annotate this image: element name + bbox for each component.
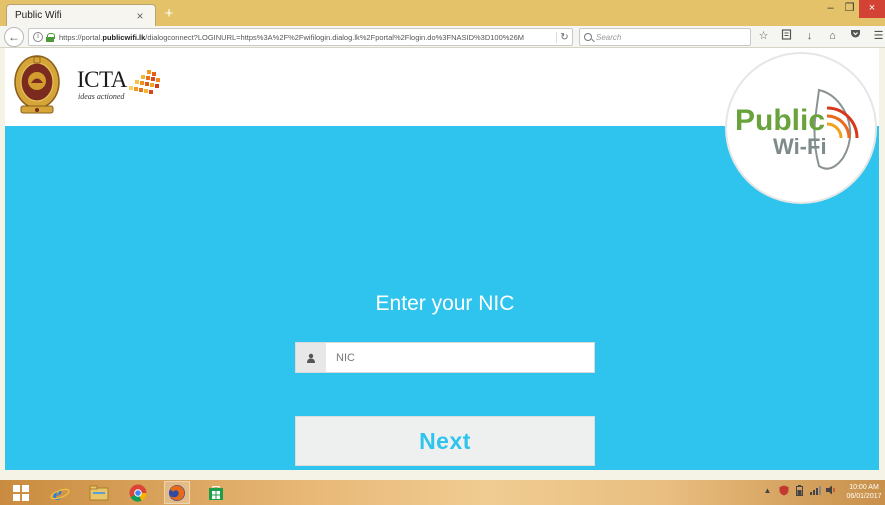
system-tray: ▲ bbox=[762, 485, 837, 497]
browser-navbar: ← i https://portal.publicwifi.lk/dialogc… bbox=[0, 26, 885, 48]
search-bar[interactable]: Search bbox=[579, 28, 751, 46]
tab-close-icon[interactable]: × bbox=[133, 9, 147, 23]
icta-mosaic-icon bbox=[129, 70, 160, 94]
icta-tagline: ideas actioned bbox=[78, 92, 125, 101]
start-button[interactable] bbox=[8, 481, 34, 504]
url-domain: publicwifi.lk bbox=[102, 32, 146, 42]
browser-tab[interactable]: Public Wifi × bbox=[6, 4, 156, 26]
icta-logo: ICTA ideas actioned bbox=[77, 68, 172, 108]
reload-icon[interactable]: ↻ bbox=[556, 31, 572, 43]
badge-public-text: Public bbox=[735, 104, 825, 137]
national-emblem-icon bbox=[14, 55, 60, 114]
tab-title: Public Wifi bbox=[15, 10, 62, 21]
taskbar-apps: e bbox=[8, 481, 229, 504]
clock-time: 10:00 AM bbox=[849, 484, 879, 491]
windows-logo-icon bbox=[13, 484, 29, 501]
windows-taskbar: e ▲ 10:00 AM 06/01/2017 bbox=[0, 480, 885, 505]
url-path: /dialogconnect?LOGINURL=https%3A%2F%2Fwi… bbox=[145, 32, 525, 42]
arrow-left-icon: ← bbox=[8, 30, 20, 44]
chrome-icon[interactable] bbox=[125, 481, 151, 504]
show-hidden-icons-icon[interactable]: ▲ bbox=[762, 485, 773, 497]
page-bottom-strip bbox=[0, 470, 885, 480]
url-text[interactable]: https://portal.publicwifi.lk/dialogconne… bbox=[59, 33, 556, 42]
internet-explorer-icon[interactable]: e bbox=[47, 481, 73, 504]
new-tab-button[interactable]: + bbox=[160, 5, 178, 23]
browser-toolbar: ☆ ↓ ⌂ ☰ bbox=[756, 29, 885, 44]
search-icon bbox=[584, 33, 592, 41]
file-explorer-icon[interactable] bbox=[86, 481, 112, 504]
badge-wifi-text: Wi-Fi bbox=[773, 134, 827, 159]
public-wifi-logo: Public Wi-Fi bbox=[725, 52, 877, 204]
minimize-button[interactable]: – bbox=[821, 0, 840, 18]
home-icon[interactable]: ⌂ bbox=[825, 29, 840, 44]
menu-icon[interactable]: ☰ bbox=[871, 29, 885, 44]
clock-date: 06/01/2017 bbox=[846, 493, 882, 500]
download-icon[interactable]: ↓ bbox=[802, 29, 817, 44]
browser-titlebar: Public Wifi × + – ❐ × bbox=[0, 0, 885, 26]
nic-input[interactable] bbox=[326, 343, 594, 372]
nic-field bbox=[295, 342, 595, 373]
web-page: ICTA ideas actioned Enter your NIC NIC N… bbox=[5, 48, 879, 470]
system-clock[interactable]: 10:00 AM 06/01/2017 bbox=[844, 483, 884, 501]
form-title: Enter your NIC bbox=[375, 292, 515, 315]
icta-name: ICTA bbox=[77, 67, 127, 92]
back-button[interactable]: ← bbox=[4, 27, 24, 47]
network-signal-icon[interactable] bbox=[810, 485, 821, 497]
store-icon[interactable] bbox=[203, 481, 229, 504]
restore-button[interactable]: ❐ bbox=[840, 0, 859, 18]
window-controls: – ❐ × bbox=[821, 0, 885, 18]
bookmark-star-icon[interactable]: ☆ bbox=[756, 29, 771, 44]
info-icon[interactable]: i bbox=[33, 32, 43, 42]
user-icon bbox=[296, 343, 326, 372]
firefox-icon[interactable] bbox=[164, 481, 190, 504]
pocket-icon[interactable] bbox=[848, 29, 863, 44]
address-bar[interactable]: i https://portal.publicwifi.lk/dialogcon… bbox=[28, 28, 573, 46]
wifi-map-icon: Public Wi-Fi bbox=[735, 88, 859, 170]
volume-icon[interactable] bbox=[826, 485, 837, 497]
security-shield-icon[interactable] bbox=[778, 485, 789, 497]
next-button[interactable]: Next bbox=[295, 416, 595, 466]
url-prefix: https://portal. bbox=[59, 32, 103, 42]
search-placeholder: Search bbox=[596, 32, 622, 42]
lock-icon bbox=[46, 32, 55, 42]
reading-list-icon[interactable] bbox=[779, 29, 794, 44]
battery-icon[interactable] bbox=[794, 485, 805, 497]
close-window-button[interactable]: × bbox=[859, 0, 885, 18]
